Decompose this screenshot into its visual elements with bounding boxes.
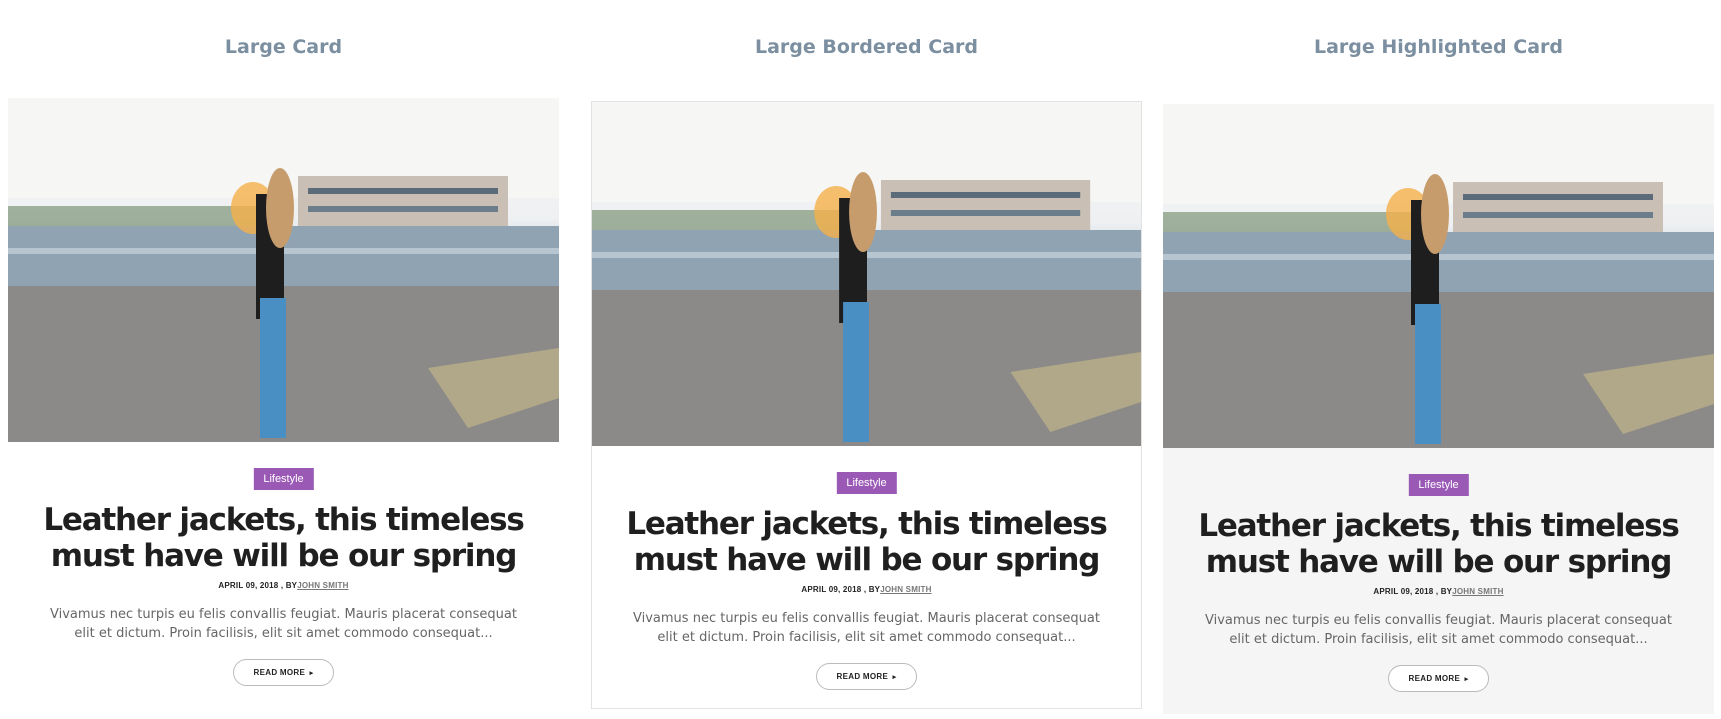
author-link[interactable]: JOHN SMITH [880, 585, 931, 594]
column-heading-large-bordered-card: Large Bordered Card [755, 36, 978, 58]
read-more-label: READ MORE [253, 668, 306, 677]
author-link[interactable]: JOHN SMITH [297, 581, 348, 590]
large-bordered-card: Lifestyle Leather jackets, this timeless… [591, 101, 1142, 709]
card-excerpt: Vivamus nec turpis eu felis convallis fe… [633, 611, 1100, 645]
read-more-label: READ MORE [1408, 674, 1461, 683]
large-card: Lifestyle Leather jackets, this timeless… [8, 98, 559, 708]
read-more-button[interactable]: READ MORE ▸ [1387, 665, 1490, 692]
card-image[interactable] [8, 98, 559, 442]
card-title[interactable]: Leather jackets, this timeless must have… [612, 506, 1121, 578]
category-tag[interactable]: Lifestyle [1408, 474, 1469, 496]
read-more-label: READ MORE [836, 672, 889, 681]
photo-woman-parking-lot [592, 102, 1141, 446]
card-excerpt: Vivamus nec turpis eu felis convallis fe… [50, 607, 517, 641]
author-link[interactable]: JOHN SMITH [1452, 587, 1503, 596]
post-date: APRIL 09, 2018 , BY [801, 585, 881, 594]
caret-right-icon: ▸ [309, 670, 314, 677]
card-image[interactable] [592, 102, 1141, 446]
category-tag[interactable]: Lifestyle [253, 468, 314, 490]
read-more-button[interactable]: READ MORE ▸ [232, 659, 335, 686]
card-title[interactable]: Leather jackets, this timeless must have… [1183, 508, 1694, 580]
photo-woman-parking-lot [1163, 104, 1714, 448]
post-date: APRIL 09, 2018 , BY [218, 581, 298, 590]
card-image[interactable] [1163, 104, 1714, 448]
card-excerpt: Vivamus nec turpis eu felis convallis fe… [1205, 613, 1672, 647]
large-highlighted-card: Lifestyle Leather jackets, this timeless… [1163, 104, 1714, 714]
card-title[interactable]: Leather jackets, this timeless must have… [28, 502, 539, 574]
photo-woman-parking-lot [8, 98, 559, 442]
caret-right-icon: ▸ [892, 674, 897, 681]
post-meta: APRIL 09, 2018 , BYJOHN SMITH [1163, 587, 1714, 596]
post-meta: APRIL 09, 2018 , BYJOHN SMITH [8, 581, 559, 590]
caret-right-icon: ▸ [1464, 676, 1469, 683]
read-more-button[interactable]: READ MORE ▸ [815, 663, 918, 690]
post-meta: APRIL 09, 2018 , BYJOHN SMITH [592, 585, 1141, 594]
category-tag[interactable]: Lifestyle [836, 472, 897, 494]
column-heading-large-highlighted-card: Large Highlighted Card [1313, 36, 1563, 58]
column-heading-large-card: Large Card [224, 36, 343, 58]
post-date: APRIL 09, 2018 , BY [1373, 587, 1453, 596]
